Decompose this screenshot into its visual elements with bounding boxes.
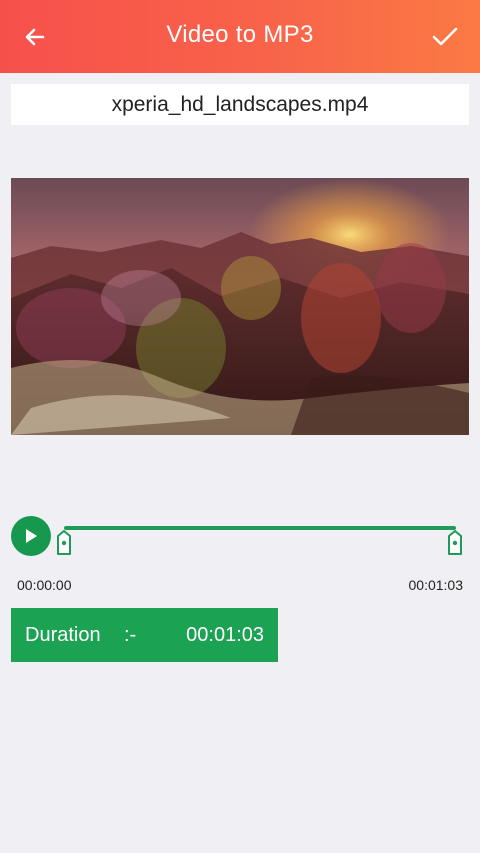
play-button[interactable] [11, 516, 51, 556]
play-icon [26, 529, 37, 543]
duration-display: Duration :- 00:01:03 [11, 608, 278, 662]
confirm-button[interactable] [428, 20, 462, 54]
file-name: xperia_hd_landscapes.mp4 [11, 84, 469, 125]
checkmark-icon [432, 27, 458, 46]
trim-end-handle[interactable] [446, 530, 464, 556]
video-frame-image [11, 178, 469, 435]
end-time: 00:01:03 [408, 577, 464, 593]
app-bar: Video to MP3 [0, 0, 480, 73]
start-time: 00:00:00 [17, 577, 72, 593]
duration-value: 00:01:03 [186, 624, 264, 646]
duration-separator: :- [124, 624, 137, 646]
trim-track[interactable] [64, 526, 456, 530]
tag-handle-icon [448, 530, 462, 555]
duration-label: Duration [25, 624, 101, 646]
video-preview[interactable] [11, 178, 469, 435]
trim-start-handle[interactable] [55, 530, 73, 556]
page-title: Video to MP3 [166, 21, 314, 48]
tag-handle-icon [57, 530, 71, 555]
